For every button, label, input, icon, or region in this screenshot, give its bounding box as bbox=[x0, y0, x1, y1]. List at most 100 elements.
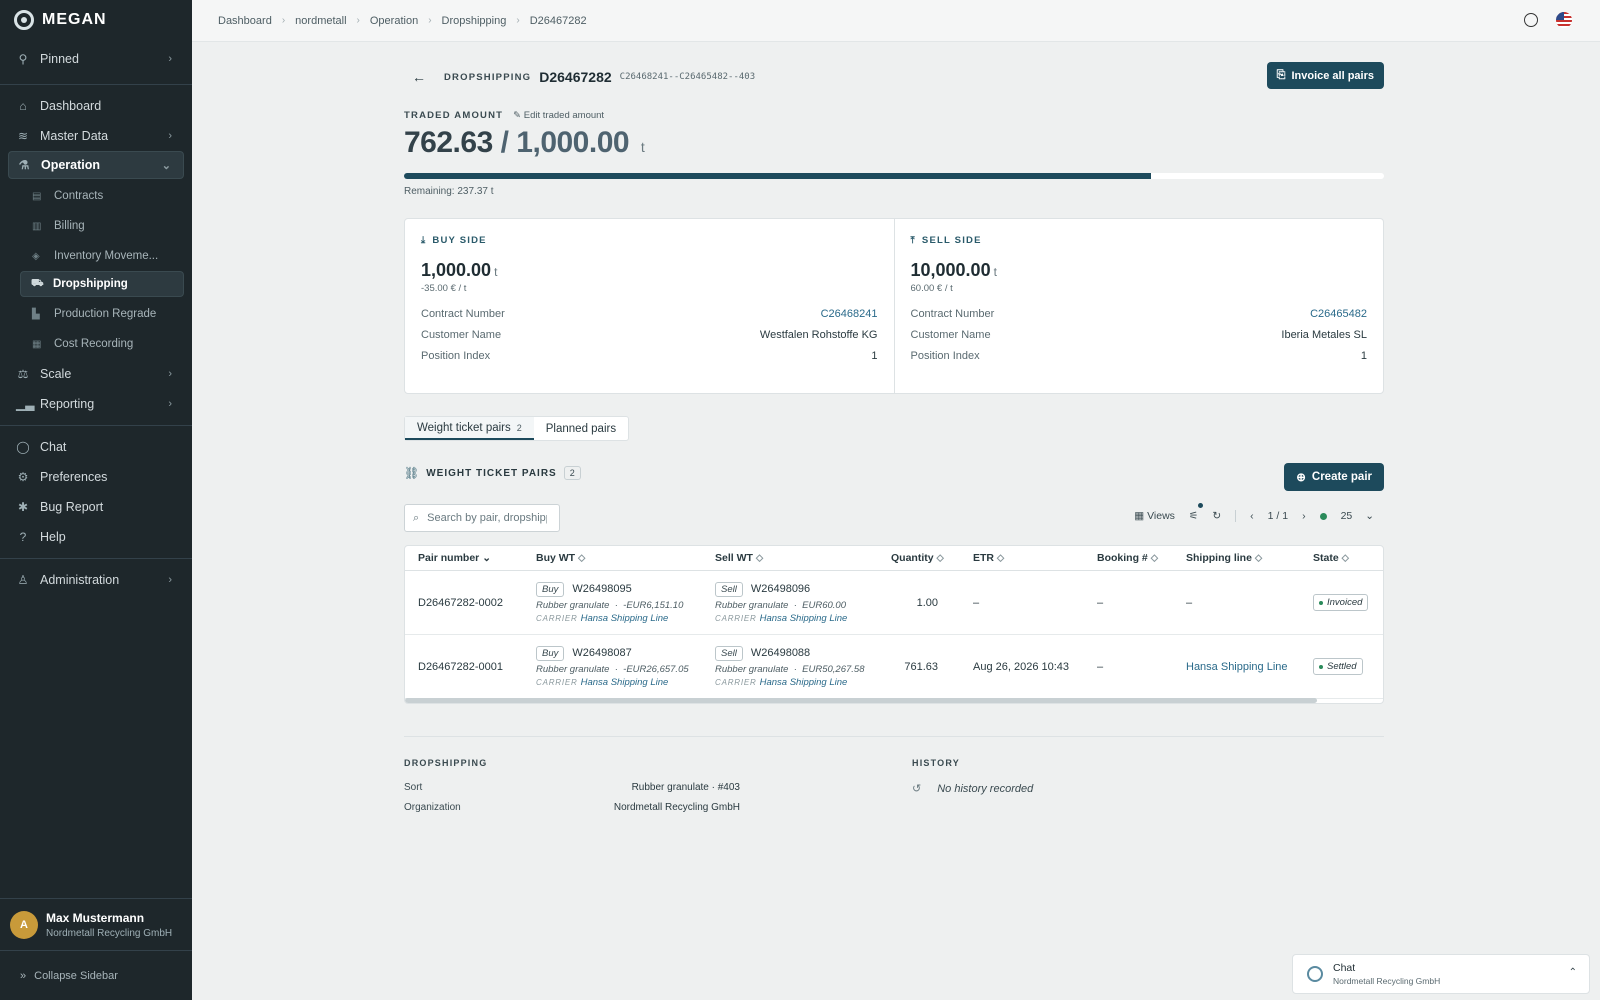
breadcrumb-org[interactable]: nordmetall bbox=[295, 15, 346, 27]
organization-value: Nordmetall Recycling GmbH bbox=[613, 802, 740, 813]
megan-logo-icon bbox=[14, 10, 34, 30]
edit-traded-amount-link[interactable]: ✎ Edit traded amount bbox=[513, 110, 604, 121]
sidebar-item-pinned[interactable]: ⚲ Pinned › bbox=[0, 44, 192, 74]
collapse-sidebar-button[interactable]: » Collapse Sidebar bbox=[0, 950, 192, 1000]
prev-page-icon[interactable]: ‹ bbox=[1250, 510, 1254, 522]
traded-total: 1,000.00 bbox=[516, 126, 630, 159]
breadcrumb-dropshipping[interactable]: Dropshipping bbox=[442, 15, 507, 27]
details-title: DROPSHIPPING bbox=[404, 758, 488, 768]
sidebar-item-administration[interactable]: ♙ Administration › bbox=[0, 565, 192, 595]
sidebar-item-dropshipping[interactable]: ⛟ Dropshipping bbox=[20, 271, 184, 297]
sidebar-item-master-data[interactable]: ≋ Master Data › bbox=[0, 121, 192, 151]
theme-toggle-sun-icon[interactable] bbox=[1524, 13, 1538, 27]
tab-label: Planned pairs bbox=[545, 422, 617, 435]
sidebar-item-cost-recording[interactable]: ▦ Cost Recording bbox=[0, 329, 192, 359]
section-count-badge: 2 bbox=[563, 466, 581, 480]
wt-sort: Rubber granulate bbox=[536, 663, 610, 675]
col-buy-wt[interactable]: Buy WT ⬦ bbox=[523, 552, 702, 565]
app-name: MEGAN bbox=[42, 11, 107, 28]
buy-position-index: 1 bbox=[871, 350, 878, 362]
section-title: WEIGHT TICKET PAIRS bbox=[426, 467, 557, 479]
pair-number[interactable]: D26467282-0002 bbox=[405, 597, 523, 609]
buy-wt-number[interactable]: W26498095 bbox=[572, 583, 631, 595]
sidebar-item-inventory-movements[interactable]: ◈ Inventory Moveme... bbox=[0, 241, 192, 271]
sidebar-item-bug-report[interactable]: ✱ Bug Report bbox=[0, 492, 192, 522]
tab-weight-ticket-pairs[interactable]: Weight ticket pairs 2 bbox=[405, 417, 534, 440]
sidebar-item-chat[interactable]: ◯ Chat bbox=[0, 432, 192, 462]
chevron-right-icon: › bbox=[168, 53, 172, 65]
horizontal-scrollbar[interactable] bbox=[405, 698, 1317, 703]
flask-icon: ⚗ bbox=[18, 158, 30, 172]
user-profile[interactable]: A Max Mustermann Nordmetall Recycling Gm… bbox=[0, 898, 192, 950]
chat-icon: ◯ bbox=[16, 440, 30, 454]
carrier-link[interactable]: Hansa Shipping Line bbox=[760, 613, 848, 624]
user-name: Max Mustermann bbox=[46, 910, 145, 925]
traded-separator: / bbox=[500, 126, 509, 159]
tab-planned-pairs[interactable]: Planned pairs bbox=[534, 417, 628, 440]
back-arrow-icon[interactable]: ← bbox=[412, 69, 426, 85]
breadcrumb-operation[interactable]: Operation bbox=[370, 15, 418, 27]
buy-side-panel: ⤓ BUY SIDE 1,000.00 t -35.00 € / t Contra… bbox=[405, 219, 894, 393]
invoice-all-pairs-button[interactable]: ⎘ Invoice all pairs bbox=[1266, 62, 1384, 89]
status-badge: Invoiced bbox=[1313, 594, 1369, 611]
pair-number[interactable]: D26467282-0001 bbox=[405, 661, 523, 673]
language-flag-icon[interactable] bbox=[1556, 12, 1572, 28]
chevron-right-icon: › bbox=[428, 15, 432, 26]
sidebar-item-dashboard[interactable]: ⌂ Dashboard bbox=[0, 91, 192, 121]
sell-wt-number[interactable]: W26498088 bbox=[751, 647, 810, 659]
col-sell-wt[interactable]: Sell WT ⬦ bbox=[702, 552, 878, 565]
status-dot bbox=[1319, 600, 1323, 605]
sidebar-item-scale[interactable]: ⚖ Scale › bbox=[0, 359, 192, 389]
breadcrumb: Dashboard › nordmetall › Operation › Dro… bbox=[218, 15, 587, 27]
buy-wt-number[interactable]: W26498087 bbox=[572, 647, 631, 659]
create-pair-button[interactable]: ⊕ Create pair bbox=[1284, 463, 1384, 491]
sidebar-item-operation[interactable]: ⚗ Operation ⌄ bbox=[8, 151, 184, 179]
create-pair-label: Create pair bbox=[1311, 471, 1372, 483]
carrier-link[interactable]: Hansa Shipping Line bbox=[581, 677, 669, 688]
col-booking[interactable]: Booking # ⬦ bbox=[1084, 552, 1173, 565]
chevron-right-icon: › bbox=[356, 15, 360, 26]
sidebar-item-label: Preferences bbox=[40, 470, 108, 484]
carrier-link[interactable]: Hansa Shipping Line bbox=[760, 677, 848, 688]
brand[interactable]: MEGAN bbox=[0, 0, 192, 40]
table-row[interactable]: D26467282-0002 Buy W26498095 Rubber granu… bbox=[405, 571, 1383, 635]
history-icon: ↺ bbox=[912, 783, 922, 795]
views-button[interactable]: ▦ Views bbox=[1134, 510, 1175, 522]
table-row[interactable]: D26467282-0001 Buy W26498087 Rubber granu… bbox=[405, 635, 1383, 699]
carrier-link[interactable]: Hansa Shipping Line bbox=[581, 613, 669, 624]
col-state[interactable]: State ⬦ bbox=[1300, 552, 1380, 565]
sidebar-item-contracts[interactable]: ▤ Contracts bbox=[0, 181, 192, 211]
sell-wt-number[interactable]: W26498096 bbox=[751, 583, 810, 595]
sidebar-item-label: Cost Recording bbox=[54, 338, 134, 350]
col-quantity[interactable]: Quantity ⬦ bbox=[878, 552, 960, 565]
col-pair-number[interactable]: Pair number ⌄ bbox=[405, 552, 523, 564]
col-shipping-line[interactable]: Shipping line ⬦ bbox=[1173, 552, 1300, 565]
calculator-icon: ▦ bbox=[32, 338, 42, 350]
sort-icon: ⬦ bbox=[578, 551, 586, 564]
col-etr[interactable]: ETR ⬦ bbox=[960, 552, 1084, 565]
sidebar-item-billing[interactable]: ▥ Billing bbox=[0, 211, 192, 241]
sidebar-item-label: Master Data bbox=[40, 129, 109, 143]
column-label: Sell WT bbox=[715, 551, 753, 564]
sidebar-item-preferences[interactable]: ⚙ Preferences bbox=[0, 462, 192, 492]
shipping-line-link[interactable]: Hansa Shipping Line bbox=[1173, 661, 1300, 673]
table-header: Pair number ⌄ Buy WT ⬦ Sell WT ⬦ Quantit… bbox=[405, 546, 1383, 571]
sidebar-item-reporting[interactable]: ▁▃ Reporting › bbox=[0, 389, 192, 419]
search-input[interactable] bbox=[427, 512, 548, 524]
database-icon: ≋ bbox=[17, 129, 29, 143]
refresh-icon[interactable]: ↻ bbox=[1212, 510, 1221, 522]
sidebar-item-production-regrade[interactable]: ▙ Production Regrade bbox=[0, 299, 192, 329]
next-page-icon[interactable]: › bbox=[1302, 510, 1306, 522]
chevron-up-icon[interactable]: ⌃ bbox=[1569, 967, 1577, 978]
chat-popup[interactable]: Chat Nordmetall Recycling GmbH ⌃ bbox=[1292, 954, 1590, 994]
sidebar: MEGAN ⚲ Pinned › ⌂ Dashboard ≋ Master Da… bbox=[0, 0, 192, 1000]
page-header: ← DROPSHIPPING D26467282 C26468241--C264… bbox=[404, 62, 1384, 92]
page-size-select[interactable]: 25 ⌄ bbox=[1341, 510, 1374, 522]
filter-settings-icon[interactable]: ⚟ bbox=[1189, 503, 1205, 522]
sell-side-unit: t bbox=[993, 265, 997, 279]
sidebar-item-help[interactable]: ? Help bbox=[0, 522, 192, 552]
buy-contract-link[interactable]: C26468241 bbox=[821, 308, 878, 323]
breadcrumb-dashboard[interactable]: Dashboard bbox=[218, 15, 272, 27]
box-icon: ◈ bbox=[32, 250, 40, 262]
sell-contract-link[interactable]: C26465482 bbox=[1310, 308, 1367, 323]
